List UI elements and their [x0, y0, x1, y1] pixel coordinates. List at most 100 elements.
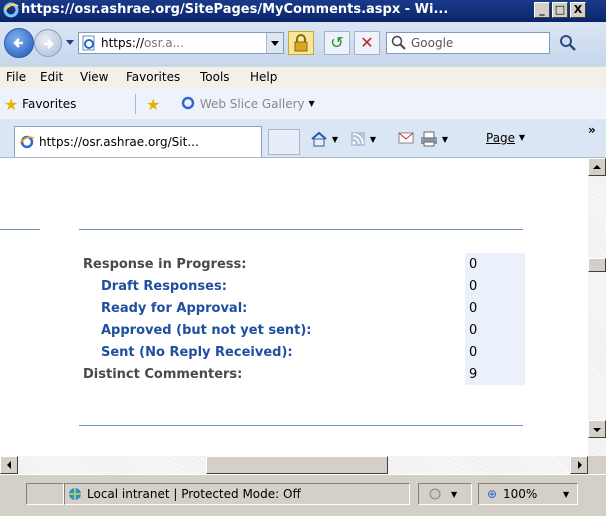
lock-icon[interactable] — [288, 31, 314, 55]
url-host: https:// — [101, 36, 145, 50]
table-row: Response in Progress: 0 — [79, 253, 525, 275]
search-button[interactable] — [554, 32, 584, 54]
new-tab-button[interactable] — [268, 129, 300, 155]
horizontal-scroll-thumb[interactable] — [206, 456, 388, 474]
chevron-down-icon: ▼ — [451, 490, 458, 499]
add-favorite-icon: ★ — [146, 95, 161, 114]
print-button[interactable]: ▼ — [420, 131, 448, 147]
tab-active[interactable]: https://osr.ashrae.org/Sit... — [14, 126, 262, 157]
toolbar-separator — [135, 94, 136, 114]
address-field[interactable]: https://osr.a... — [78, 32, 284, 54]
favorites-label: Favorites — [22, 97, 77, 111]
menu-help[interactable]: Help — [250, 70, 277, 84]
minimize-button[interactable]: _ — [534, 2, 550, 18]
search-placeholder: Google — [411, 36, 454, 50]
stat-value: 0 — [465, 253, 525, 275]
intranet-globe-icon — [69, 488, 81, 500]
chevron-down-icon: ▼ — [563, 490, 570, 499]
chevron-down-icon: ▼ — [331, 135, 338, 144]
rss-icon — [351, 132, 365, 146]
add-to-favorites-bar-button[interactable]: ★ — [146, 95, 160, 114]
favorites-bar: ★ Favorites ★ Web Slice Gallery ▼ — [0, 89, 606, 120]
scroll-down-button[interactable] — [588, 420, 606, 438]
web-slice-label: Web Slice Gallery — [199, 97, 305, 111]
security-zone-pane[interactable]: Local intranet | Protected Mode: Off — [64, 483, 410, 505]
recent-pages-dropdown[interactable] — [66, 40, 74, 45]
search-provider-icon — [391, 35, 406, 50]
table-row: Sent (No Reply Received): 0 — [79, 341, 525, 363]
stat-value: 0 — [465, 297, 525, 319]
chevron-down-icon: ▼ — [308, 99, 315, 108]
bottom-divider — [79, 425, 523, 426]
stat-value: 0 — [465, 319, 525, 341]
favorites-button[interactable]: ★ Favorites — [4, 95, 76, 114]
back-arrow-icon — [13, 38, 23, 48]
web-slice-gallery-link[interactable]: Web Slice Gallery ▼ — [180, 95, 315, 111]
stat-label[interactable]: Draft Responses: — [79, 275, 465, 297]
gear-shield-icon — [429, 488, 441, 500]
stop-icon[interactable]: ✕ — [354, 31, 380, 55]
page-menu-label: Page — [486, 131, 516, 145]
url-path: osr.a... — [144, 36, 185, 50]
stat-value: 9 — [465, 363, 525, 385]
vertical-scrollbar[interactable] — [588, 158, 606, 456]
ie-page-icon — [181, 96, 195, 110]
protected-mode-pane[interactable]: ▼ — [418, 483, 472, 505]
zone-text: Local intranet | Protected Mode: Off — [87, 487, 301, 501]
zoom-pane[interactable]: ⊕ 100% ▼ — [478, 483, 578, 505]
scroll-right-button[interactable] — [570, 456, 588, 474]
table-row: Distinct Commenters: 9 — [79, 363, 525, 385]
back-button[interactable] — [4, 28, 34, 58]
search-input[interactable]: Google — [386, 32, 550, 54]
table-row: Ready for Approval: 0 — [79, 297, 525, 319]
scroll-left-button[interactable] — [0, 456, 18, 474]
menu-edit[interactable]: Edit — [40, 70, 63, 84]
forward-arrow-icon — [44, 39, 54, 49]
stat-label[interactable]: Sent (No Reply Received): — [79, 341, 465, 363]
favorites-star-icon: ★ — [4, 95, 19, 114]
feeds-button[interactable]: ▼ — [350, 131, 376, 147]
close-button[interactable]: X — [570, 2, 586, 18]
menu-tools[interactable]: Tools — [200, 70, 230, 84]
zoom-icon: ⊕ — [487, 487, 498, 501]
address-dropdown-button[interactable] — [266, 33, 283, 53]
menu-file[interactable]: File — [6, 70, 26, 84]
window-title: https://osr.ashrae.org/SitePages/MyComme… — [21, 2, 449, 17]
status-bar: Local intranet | Protected Mode: Off ▼ ⊕… — [0, 474, 606, 516]
status-pane-empty — [26, 483, 64, 505]
stat-label[interactable]: Approved (but not yet sent): — [79, 319, 465, 341]
stat-label: Response in Progress: — [83, 256, 247, 272]
scrollbar-corner — [588, 456, 606, 474]
forward-button[interactable] — [34, 29, 62, 57]
print-icon — [421, 131, 437, 147]
page-icon — [82, 35, 95, 51]
menu-favorites[interactable]: Favorites — [126, 70, 180, 84]
tab-page-icon — [19, 135, 35, 149]
horizontal-scrollbar[interactable] — [0, 456, 588, 474]
stat-label: Distinct Commenters: — [83, 366, 243, 382]
menu-view[interactable]: View — [80, 70, 108, 84]
refresh-icon[interactable]: ↺ — [324, 31, 350, 55]
address-bar: https://osr.a... ↺ ✕ Google — [0, 22, 606, 66]
menu-bar: File Edit View Favorites Tools Help — [0, 66, 606, 90]
stat-label[interactable]: Ready for Approval: — [79, 297, 465, 319]
chevron-down-icon: ▼ — [441, 135, 448, 144]
table-row: Approved (but not yet sent): 0 — [79, 319, 525, 341]
comment-stats-table: Response in Progress: 0 Draft Responses:… — [79, 253, 525, 385]
page-menu-button[interactable]: Page ▼ — [486, 131, 525, 145]
overflow-chevron-icon[interactable]: » — [588, 123, 596, 137]
zoom-level: 100% — [503, 487, 538, 501]
home-button[interactable]: ▼ — [310, 131, 338, 147]
ie-logo-icon — [3, 2, 19, 18]
home-icon — [311, 131, 327, 147]
mail-icon — [398, 132, 414, 144]
tab-row: https://osr.ashrae.org/Sit... ▼ ▼ ▼ Page… — [0, 119, 606, 158]
read-mail-button[interactable] — [398, 131, 414, 146]
stat-value: 0 — [465, 341, 525, 363]
scroll-up-button[interactable] — [588, 158, 606, 176]
vertical-scroll-thumb[interactable] — [588, 258, 606, 272]
maximize-button[interactable]: □ — [552, 2, 568, 18]
stat-value: 0 — [465, 275, 525, 297]
left-divider — [0, 229, 40, 230]
page-content: Response in Progress: 0 Draft Responses:… — [0, 158, 588, 456]
